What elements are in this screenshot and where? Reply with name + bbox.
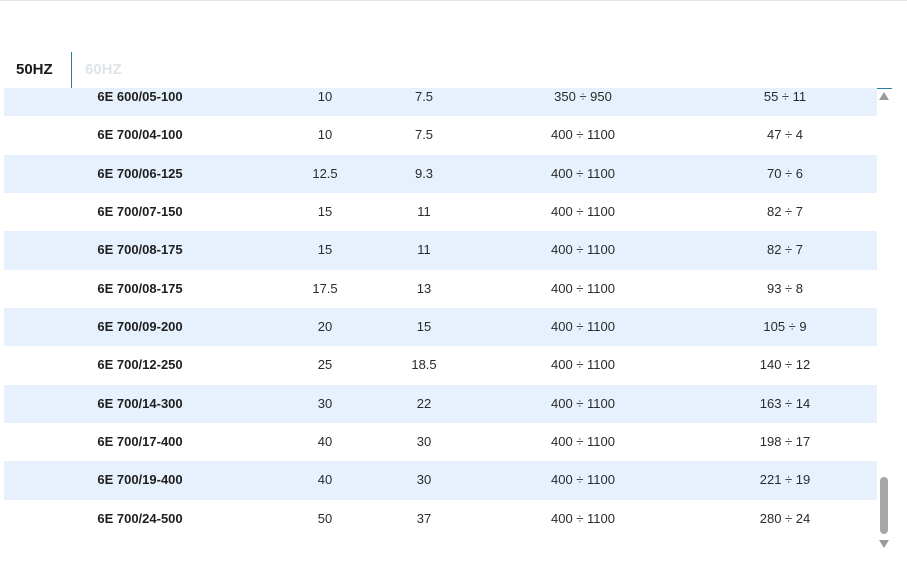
cell-col-5: 105 ÷ 9 xyxy=(763,319,807,335)
model-cell: 6E 700/12-250 xyxy=(97,357,183,373)
cell-col-5: 55 ÷ 11 xyxy=(763,89,807,104)
cell-col-3: 7.5 xyxy=(414,127,434,143)
table-body: 6E 600/05-100 10 7.5 350 ÷ 950 55 ÷ 11 6E 700… xyxy=(4,88,877,538)
model-cell: 6E 700/06-125 xyxy=(97,165,183,181)
cell-col-4: 400 ÷ 1100 xyxy=(550,434,616,450)
cell-col-3: 30 xyxy=(416,434,432,450)
table-row: 6E 700/14-300 30 22 400 ÷ 1100 163 ÷ 14 xyxy=(4,384,877,424)
table-row: 6E 700/08-175 17.5 13 400 ÷ 1100 93 ÷ 8 xyxy=(4,270,877,308)
table-row: 6E 700/12-250 25 18.5 400 ÷ 1100 140 ÷ 12 xyxy=(4,346,877,384)
cell-col-2: 15 xyxy=(317,204,333,220)
cell-col-3: 15 xyxy=(416,319,432,335)
cell-col-2: 17.5 xyxy=(312,280,338,296)
cell-col-4: 350 ÷ 950 xyxy=(554,89,612,104)
table-row: 6E 700/24-500 50 37 400 ÷ 1100 280 ÷ 24 xyxy=(4,500,877,538)
cell-col-2: 15 xyxy=(317,242,333,258)
model-cell: 6E 700/08-175 xyxy=(97,242,183,258)
cell-col-4: 400 ÷ 1100 xyxy=(550,165,616,181)
cell-col-2: 40 xyxy=(317,434,333,450)
cell-col-4: 400 ÷ 1100 xyxy=(550,472,616,488)
table-row: 6E 700/09-200 20 15 400 ÷ 1100 105 ÷ 9 xyxy=(4,308,877,347)
scrollbar-thumb[interactable] xyxy=(880,477,888,534)
cell-col-3: 30 xyxy=(416,472,432,488)
cell-col-5: 47 ÷ 4 xyxy=(766,127,804,143)
cell-col-2: 10 xyxy=(317,127,333,143)
cell-col-2: 10 xyxy=(317,89,333,104)
cell-col-5: 82 ÷ 7 xyxy=(766,204,804,220)
cell-col-2: 40 xyxy=(317,472,333,488)
model-cell: 6E 700/08-175 xyxy=(97,280,183,296)
chevron-down-icon[interactable] xyxy=(879,540,889,548)
cell-col-2: 30 xyxy=(317,395,333,411)
cell-col-4: 400 ÷ 1100 xyxy=(550,510,616,526)
model-cell: 6E 700/14-300 xyxy=(97,395,183,411)
cell-col-5: 82 ÷ 7 xyxy=(766,242,804,258)
cell-col-5: 163 ÷ 14 xyxy=(759,395,811,411)
cell-col-4: 400 ÷ 1100 xyxy=(550,204,616,220)
cell-col-3: 37 xyxy=(416,510,432,526)
table-row: 6E 700/04-100 10 7.5 400 ÷ 1100 47 ÷ 4 xyxy=(4,116,877,154)
cell-col-3: 9.3 xyxy=(414,165,434,181)
model-cell: 6E 600/05-100 xyxy=(97,89,183,104)
cell-col-3: 11 xyxy=(417,242,431,258)
cell-col-5: 198 ÷ 17 xyxy=(759,434,811,450)
cell-col-3: 18.5 xyxy=(411,357,437,373)
table-row: 6E 700/07-150 15 11 400 ÷ 1100 82 ÷ 7 xyxy=(4,193,877,231)
cell-col-2: 50 xyxy=(317,510,333,526)
cell-col-4: 400 ÷ 1100 xyxy=(550,127,616,143)
cell-col-5: 221 ÷ 19 xyxy=(759,472,811,488)
tab-60hz[interactable]: 60HZ xyxy=(85,52,122,88)
cell-col-4: 400 ÷ 1100 xyxy=(550,242,616,258)
table-row: 6E 600/05-100 10 7.5 350 ÷ 950 55 ÷ 11 xyxy=(4,88,877,117)
model-cell: 6E 700/09-200 xyxy=(97,319,183,335)
table-row: 6E 700/17-400 40 30 400 ÷ 1100 198 ÷ 17 xyxy=(4,423,877,461)
model-cell: 6E 700/07-150 xyxy=(97,204,183,220)
cell-col-2: 25 xyxy=(317,357,333,373)
table-row: 6E 700/08-175 15 11 400 ÷ 1100 82 ÷ 7 xyxy=(4,231,877,270)
tab-divider xyxy=(71,52,72,88)
cell-col-5: 280 ÷ 24 xyxy=(759,510,811,526)
cell-col-2: 12.5 xyxy=(312,165,338,181)
table-row: 6E 700/19-400 40 30 400 ÷ 1100 221 ÷ 19 xyxy=(4,461,877,500)
tab-50hz[interactable]: 50HZ xyxy=(16,52,53,88)
cell-col-4: 400 ÷ 1100 xyxy=(550,395,616,411)
cell-col-5: 70 ÷ 6 xyxy=(766,165,804,181)
cell-col-2: 20 xyxy=(317,319,333,335)
cell-col-4: 400 ÷ 1100 xyxy=(550,319,616,335)
cell-col-3: 7.5 xyxy=(414,89,434,104)
cell-col-3: 22 xyxy=(416,395,432,411)
chevron-up-icon[interactable] xyxy=(879,92,889,100)
cell-col-4: 400 ÷ 1100 xyxy=(550,280,616,296)
vertical-scrollbar[interactable] xyxy=(877,88,891,551)
cell-col-5: 140 ÷ 12 xyxy=(759,357,811,373)
model-cell: 6E 700/19-400 xyxy=(97,472,183,488)
model-cell: 6E 700/04-100 xyxy=(97,127,183,143)
table-row: 6E 700/06-125 12.5 9.3 400 ÷ 1100 70 ÷ 6 xyxy=(4,154,877,194)
cell-col-3: 11 xyxy=(417,204,431,220)
model-cell: 6E 700/17-400 xyxy=(97,434,183,450)
pump-table: 6E 600/05-100 10 7.5 350 ÷ 950 55 ÷ 11 6E 700… xyxy=(4,88,877,538)
top-divider xyxy=(0,0,907,1)
cell-col-4: 400 ÷ 1100 xyxy=(550,357,616,373)
model-cell: 6E 700/24-500 xyxy=(97,510,183,526)
cell-col-5: 93 ÷ 8 xyxy=(766,280,804,296)
frequency-tabs: 50HZ 60HZ xyxy=(4,52,892,89)
cell-col-3: 13 xyxy=(416,280,432,296)
